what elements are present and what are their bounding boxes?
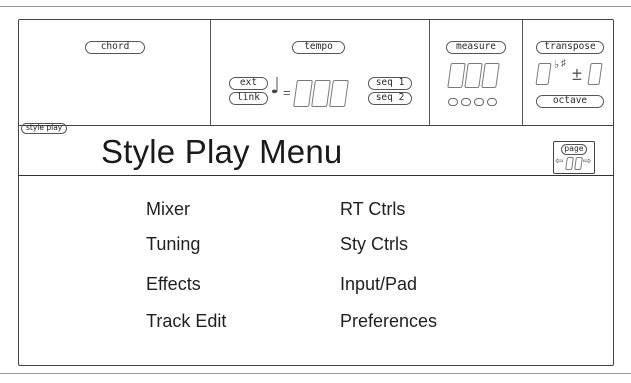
- bottom-divider: [0, 373, 631, 374]
- chord-label: chord: [85, 41, 145, 54]
- lcd-display: chord tempo ext link ♩ = seq 1 seq 2 mea…: [18, 19, 614, 366]
- top-divider: [0, 6, 631, 7]
- flat-icon: ♭: [554, 59, 560, 71]
- link-indicator: link: [229, 92, 268, 105]
- transpose-section: transpose ♭ ♯ ± octave: [523, 20, 613, 125]
- measure-section: measure: [430, 20, 523, 125]
- menu-item-input-pad[interactable]: Input/Pad: [340, 274, 417, 295]
- seq1-indicator: seq 1: [368, 77, 412, 90]
- page-label: page: [561, 144, 587, 155]
- status-bar: chord tempo ext link ♩ = seq 1 seq 2 mea…: [19, 20, 613, 126]
- octave-label: octave: [536, 95, 604, 108]
- menu-item-track-edit[interactable]: Track Edit: [146, 311, 226, 332]
- transpose-value-digit: [587, 63, 603, 85]
- ext-indicator: ext: [229, 77, 268, 90]
- tempo-label: tempo: [292, 41, 345, 54]
- transpose-sign: ±: [572, 64, 582, 84]
- page-title: Style Play Menu: [101, 133, 343, 170]
- page-digits: [565, 157, 583, 170]
- transpose-label: transpose: [536, 41, 604, 54]
- measure-digits: [447, 63, 500, 88]
- page-left-arrow-icon[interactable]: ⇦: [555, 156, 563, 167]
- menu-item-rt-ctrls[interactable]: RT Ctrls: [340, 199, 405, 220]
- menu-item-preferences[interactable]: Preferences: [340, 311, 437, 332]
- transpose-key-digit: [535, 63, 552, 85]
- quarter-note-icon: ♩: [270, 74, 281, 99]
- menu-item-sty-ctrls[interactable]: Sty Ctrls: [340, 234, 408, 255]
- tempo-equals: =: [283, 85, 291, 100]
- page-right-arrow-icon[interactable]: ⇨: [583, 156, 591, 167]
- page-selector[interactable]: page ⇦ ⇨: [553, 141, 595, 174]
- chord-section: chord: [19, 20, 211, 125]
- seq2-indicator: seq 2: [368, 92, 412, 105]
- tempo-section: tempo ext link ♩ = seq 1 seq 2: [211, 20, 430, 125]
- mode-tag: style play: [21, 123, 68, 134]
- menu-item-tuning[interactable]: Tuning: [146, 234, 200, 255]
- tempo-digits: [293, 80, 349, 107]
- measure-label: measure: [446, 41, 506, 54]
- sharp-icon: ♯: [561, 58, 566, 69]
- menu-item-mixer[interactable]: Mixer: [146, 199, 190, 220]
- menu-item-effects[interactable]: Effects: [146, 274, 201, 295]
- beat-indicators: [448, 98, 497, 106]
- page-header: style play Style Play Menu page ⇦ ⇨: [19, 123, 613, 176]
